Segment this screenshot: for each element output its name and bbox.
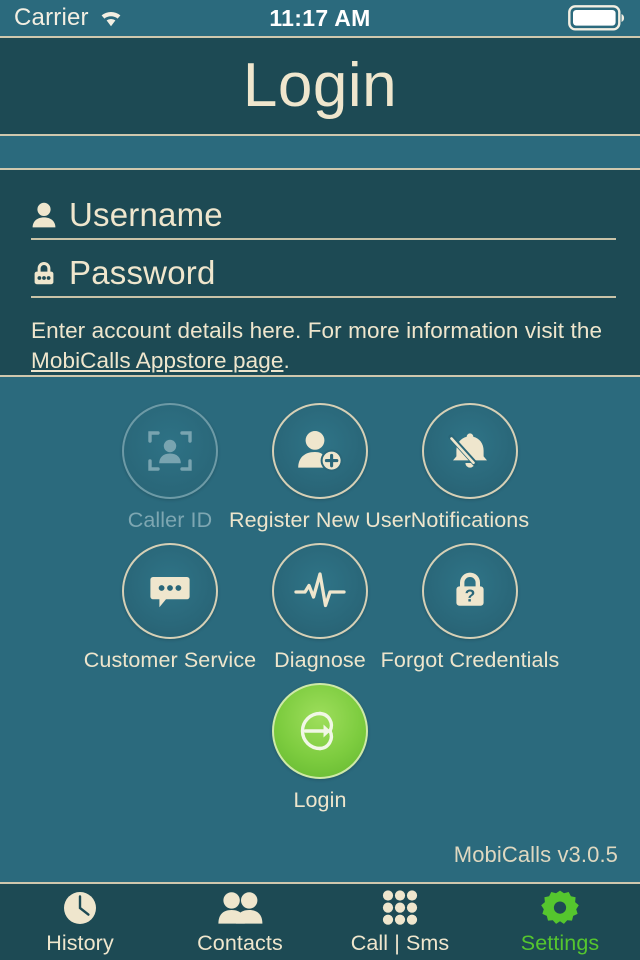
- dialpad-icon: [380, 889, 420, 927]
- login-label: Login: [293, 788, 347, 813]
- tab-settings[interactable]: Settings: [480, 884, 640, 960]
- customer-service-label: Customer Service: [83, 648, 257, 673]
- action-notifications[interactable]: Notifications: [395, 403, 545, 533]
- action-login[interactable]: Login: [245, 683, 395, 813]
- status-bar-right: [568, 5, 626, 31]
- tab-contacts[interactable]: Contacts: [160, 884, 320, 960]
- username-underline: [31, 238, 616, 240]
- app-root: Carrier 11:17 AM Login Username Password…: [0, 0, 640, 960]
- customer-service-button[interactable]: [122, 543, 218, 640]
- header-spacer-band: [0, 136, 640, 170]
- tab-bar: History Contacts Call | Sms Settings: [0, 882, 640, 960]
- login-form: Username Password Enter account details …: [0, 170, 640, 378]
- pulse-icon: [292, 567, 348, 615]
- svg-text:?: ?: [465, 586, 476, 606]
- clock-icon: [61, 889, 99, 927]
- action-register-new-user[interactable]: Register New User: [229, 403, 411, 533]
- status-bar-time: 11:17 AM: [269, 4, 371, 31]
- sign-in-arrow-icon: [292, 703, 348, 759]
- lock-icon: [31, 258, 57, 288]
- notifications-label: Notifications: [410, 508, 530, 533]
- page-title: Login: [242, 51, 398, 120]
- username-field-row[interactable]: Username: [24, 192, 616, 238]
- action-diagnose[interactable]: Diagnose: [245, 543, 395, 673]
- chat-bubble-icon: [144, 567, 196, 615]
- register-new-user-label: Register New User: [228, 508, 412, 533]
- form-hint: Enter account details here. For more inf…: [24, 308, 616, 375]
- forgot-credentials-label: Forgot Credentials: [380, 648, 560, 673]
- password-label: Password: [69, 254, 216, 291]
- action-grid: Caller ID Register New User Notification…: [0, 377, 640, 882]
- caller-id-icon: [144, 425, 196, 477]
- action-customer-service[interactable]: Customer Service: [84, 543, 256, 673]
- user-add-icon: [294, 426, 346, 476]
- diagnose-label: Diagnose: [274, 648, 366, 673]
- bell-muted-icon: [444, 426, 496, 476]
- user-icon: [31, 200, 57, 230]
- username-label: Username: [69, 196, 223, 233]
- tab-settings-label: Settings: [520, 930, 600, 955]
- caller-id-button[interactable]: [122, 403, 218, 500]
- gear-icon: [540, 889, 580, 927]
- password-field[interactable]: Password: [24, 250, 616, 298]
- action-row-2: Customer Service Diagnose ? Forgot Crede…: [0, 543, 640, 683]
- action-caller-id[interactable]: Caller ID: [95, 403, 245, 533]
- caller-id-label: Caller ID: [127, 508, 213, 533]
- password-underline: [31, 296, 616, 298]
- tab-call-sms[interactable]: Call | Sms: [320, 884, 480, 960]
- tab-history[interactable]: History: [0, 884, 160, 960]
- action-row-3: Login: [0, 683, 640, 823]
- tab-history-label: History: [46, 930, 114, 955]
- login-button[interactable]: [272, 683, 368, 780]
- username-field[interactable]: Username: [24, 192, 616, 240]
- form-hint-text-after: .: [283, 347, 290, 373]
- form-hint-text-before: Enter account details here. For more inf…: [31, 318, 603, 343]
- action-row-1: Caller ID Register New User Notification…: [0, 403, 640, 543]
- battery-full-icon: [568, 5, 626, 31]
- tab-call-sms-label: Call | Sms: [350, 930, 450, 955]
- page-header: Login: [0, 38, 640, 136]
- diagnose-button[interactable]: [272, 543, 368, 640]
- password-field-row[interactable]: Password: [24, 250, 616, 296]
- register-new-user-button[interactable]: [272, 403, 368, 500]
- version-label: MobiCalls v3.0.5: [453, 842, 618, 867]
- appstore-link[interactable]: MobiCalls Appstore page: [31, 348, 283, 373]
- forgot-credentials-button[interactable]: ?: [422, 543, 518, 640]
- tab-contacts-label: Contacts: [197, 930, 283, 955]
- notifications-button[interactable]: [422, 403, 518, 500]
- action-forgot-credentials[interactable]: ? Forgot Credentials: [381, 543, 559, 673]
- people-icon: [217, 889, 263, 927]
- status-bar: Carrier 11:17 AM: [0, 0, 640, 38]
- lock-question-icon: ?: [445, 566, 495, 616]
